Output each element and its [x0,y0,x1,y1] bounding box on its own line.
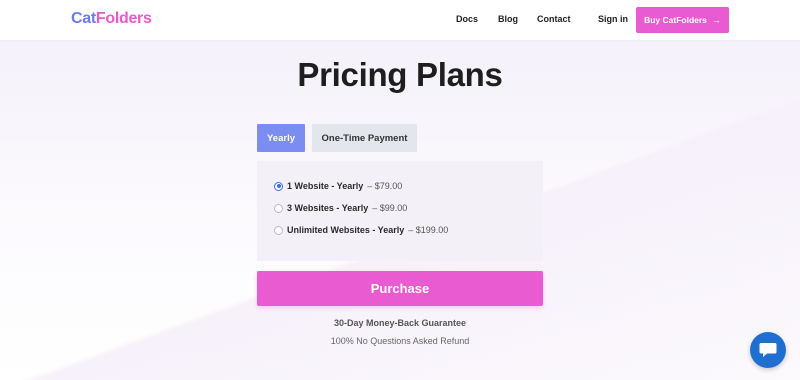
radio-button[interactable] [274,203,283,213]
purchase-button[interactable]: Purchase [257,271,543,306]
chat-widget-button[interactable] [750,332,786,368]
arrow-right-icon: → [711,15,721,25]
plan-option-3-websites[interactable]: 3 Websites - Yearly – $99.00 [274,203,407,213]
radio-button[interactable] [274,225,283,235]
plan-name: Unlimited Websites - Yearly [287,225,405,235]
site-header: CatFolders Docs Blog Contact Sign in Buy… [0,0,800,40]
plan-name: 1 Website - Yearly [287,181,364,191]
logo-text-folders: Folders [95,10,152,27]
tab-one-time-payment[interactable]: One-Time Payment [312,124,417,152]
logo-text-cat: Cat [71,10,96,27]
plan-options: 1 Website - Yearly – $79.00 3 Websites -… [257,161,543,261]
plan-price: – $79.00 [367,181,403,191]
nav-contact[interactable]: Contact [537,14,571,24]
tab-yearly[interactable]: Yearly [257,124,305,152]
logo[interactable]: CatFolders [71,10,152,28]
buy-catfolders-button[interactable]: Buy CatFolders → [636,7,729,33]
plan-price: – $99.00 [372,203,408,213]
nav-sign-in[interactable]: Sign in [598,14,628,24]
nav-docs[interactable]: Docs [456,14,478,24]
nav-blog[interactable]: Blog [498,14,518,24]
plan-price: – $199.00 [408,225,449,235]
chat-bubble-icon [759,343,777,357]
refund-text: 100% No Questions Asked Refund [330,336,470,346]
guarantee-text: 30-Day Money-Back Guarantee [333,318,467,328]
plan-option-unlimited[interactable]: Unlimited Websites - Yearly – $199.00 [274,225,448,235]
page-title: Pricing Plans [297,56,503,93]
plan-name: 3 Websites - Yearly [287,203,369,213]
radio-button[interactable] [274,181,283,191]
plan-option-1-website[interactable]: 1 Website - Yearly – $79.00 [274,181,402,191]
buy-button-label: Buy CatFolders [644,15,707,25]
